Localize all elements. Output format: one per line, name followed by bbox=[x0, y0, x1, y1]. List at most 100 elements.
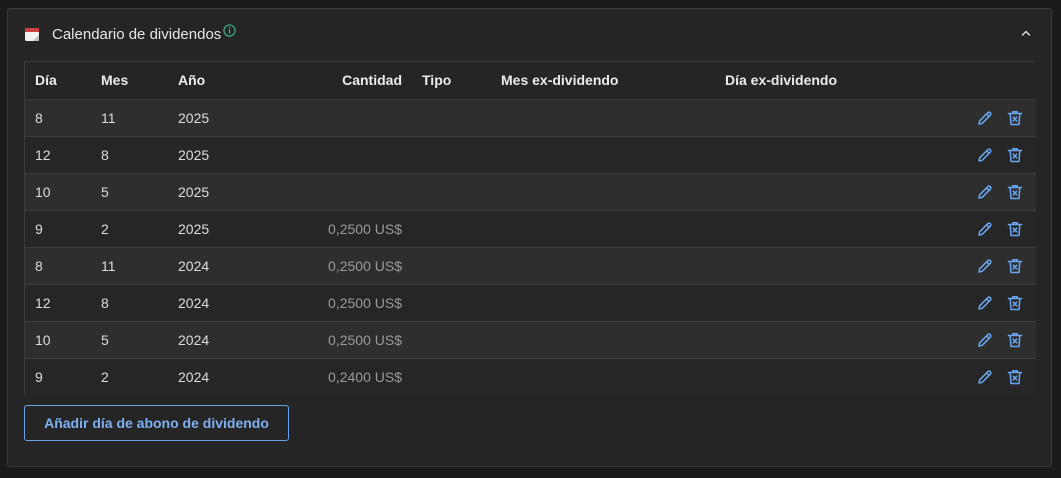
cell-mes-ex-dividendo bbox=[491, 247, 715, 285]
cell-mes: 5 bbox=[91, 173, 168, 211]
cell-cantidad bbox=[242, 173, 412, 211]
table-row: 10 5 2025 bbox=[25, 173, 1036, 211]
cell-ano: 2025 bbox=[168, 173, 242, 211]
column-header-tipo: Tipo bbox=[412, 62, 491, 100]
cell-tipo bbox=[412, 358, 491, 395]
dividend-calendar-panel: Calendario de dividendos Día Mes Año Can… bbox=[7, 8, 1052, 467]
cell-dia: 8 bbox=[25, 247, 91, 285]
cell-ano: 2024 bbox=[168, 247, 242, 285]
row-actions bbox=[945, 210, 1036, 248]
cell-mes-ex-dividendo bbox=[491, 321, 715, 359]
delete-icon[interactable] bbox=[1006, 183, 1024, 201]
cell-cantidad: 0,2500 US$ bbox=[242, 284, 412, 322]
cell-ano: 2024 bbox=[168, 284, 242, 322]
delete-icon[interactable] bbox=[1006, 257, 1024, 275]
cell-tipo bbox=[412, 173, 491, 211]
table-row: 8 11 2024 0,2500 US$ bbox=[25, 247, 1036, 285]
cell-dia-ex-dividendo bbox=[715, 321, 945, 359]
delete-icon[interactable] bbox=[1006, 368, 1024, 386]
cell-ano: 2024 bbox=[168, 321, 242, 359]
table-row: 9 2 2025 0,2500 US$ bbox=[25, 210, 1036, 248]
edit-icon[interactable] bbox=[976, 257, 994, 275]
row-actions bbox=[945, 358, 1036, 395]
cell-tipo bbox=[412, 321, 491, 359]
delete-icon[interactable] bbox=[1006, 294, 1024, 312]
cell-cantidad: 0,2400 US$ bbox=[242, 358, 412, 395]
cell-ano: 2025 bbox=[168, 210, 242, 248]
column-header-dia: Día bbox=[25, 62, 91, 100]
chevron-up-icon[interactable] bbox=[1019, 26, 1033, 40]
column-header-actions bbox=[945, 62, 1036, 100]
table-header-row: Día Mes Año Cantidad Tipo Mes ex-dividen… bbox=[25, 62, 1036, 100]
cell-cantidad bbox=[242, 99, 412, 137]
cell-mes-ex-dividendo bbox=[491, 99, 715, 137]
row-actions bbox=[945, 136, 1036, 174]
cell-dia: 8 bbox=[25, 99, 91, 137]
cell-dia: 10 bbox=[25, 173, 91, 211]
delete-icon[interactable] bbox=[1006, 220, 1024, 238]
cell-cantidad bbox=[242, 136, 412, 174]
add-dividend-day-button[interactable]: Añadir día de abono de dividendo bbox=[24, 405, 289, 441]
calendar-icon bbox=[25, 28, 39, 41]
cell-dia: 9 bbox=[25, 358, 91, 395]
cell-tipo bbox=[412, 247, 491, 285]
row-actions bbox=[945, 321, 1036, 359]
table-row: 8 11 2025 bbox=[25, 99, 1036, 137]
cell-mes-ex-dividendo bbox=[491, 358, 715, 395]
info-icon[interactable] bbox=[223, 23, 236, 37]
cell-mes: 8 bbox=[91, 284, 168, 322]
cell-tipo bbox=[412, 284, 491, 322]
cell-mes-ex-dividendo bbox=[491, 210, 715, 248]
table-row: 10 5 2024 0,2500 US$ bbox=[25, 321, 1036, 359]
edit-icon[interactable] bbox=[976, 183, 994, 201]
cell-dia-ex-dividendo bbox=[715, 99, 945, 137]
cell-mes-ex-dividendo bbox=[491, 136, 715, 174]
cell-mes-ex-dividendo bbox=[491, 284, 715, 322]
column-header-cantidad: Cantidad bbox=[242, 62, 412, 100]
cell-dia-ex-dividendo bbox=[715, 358, 945, 395]
dividend-table: Día Mes Año Cantidad Tipo Mes ex-dividen… bbox=[24, 61, 1036, 395]
edit-icon[interactable] bbox=[976, 220, 994, 238]
edit-icon[interactable] bbox=[976, 146, 994, 164]
column-header-dia-ex-dividendo: Día ex-dividendo bbox=[715, 62, 945, 100]
cell-tipo bbox=[412, 136, 491, 174]
column-header-ano: Año bbox=[168, 62, 242, 100]
cell-cantidad: 0,2500 US$ bbox=[242, 321, 412, 359]
column-header-mes: Mes bbox=[91, 62, 168, 100]
delete-icon[interactable] bbox=[1006, 109, 1024, 127]
row-actions bbox=[945, 173, 1036, 211]
edit-icon[interactable] bbox=[976, 109, 994, 127]
panel-title: Calendario de dividendos bbox=[52, 25, 222, 43]
cell-cantidad: 0,2500 US$ bbox=[242, 210, 412, 248]
edit-icon[interactable] bbox=[976, 331, 994, 349]
cell-ano: 2025 bbox=[168, 136, 242, 174]
cell-dia: 12 bbox=[25, 136, 91, 174]
cell-mes: 8 bbox=[91, 136, 168, 174]
row-actions bbox=[945, 284, 1036, 322]
cell-mes-ex-dividendo bbox=[491, 173, 715, 211]
table-row: 9 2 2024 0,2400 US$ bbox=[25, 358, 1036, 395]
edit-icon[interactable] bbox=[976, 368, 994, 386]
panel-header[interactable]: Calendario de dividendos bbox=[24, 23, 1035, 45]
row-actions bbox=[945, 99, 1036, 137]
delete-icon[interactable] bbox=[1006, 146, 1024, 164]
cell-tipo bbox=[412, 99, 491, 137]
cell-dia-ex-dividendo bbox=[715, 284, 945, 322]
cell-dia-ex-dividendo bbox=[715, 247, 945, 285]
table-row: 12 8 2025 bbox=[25, 136, 1036, 174]
cell-dia-ex-dividendo bbox=[715, 210, 945, 248]
cell-cantidad: 0,2500 US$ bbox=[242, 247, 412, 285]
table-row: 12 8 2024 0,2500 US$ bbox=[25, 284, 1036, 322]
delete-icon[interactable] bbox=[1006, 331, 1024, 349]
cell-dia: 9 bbox=[25, 210, 91, 248]
edit-icon[interactable] bbox=[976, 294, 994, 312]
cell-dia-ex-dividendo bbox=[715, 136, 945, 174]
cell-ano: 2025 bbox=[168, 99, 242, 137]
cell-tipo bbox=[412, 210, 491, 248]
row-actions bbox=[945, 247, 1036, 285]
cell-dia: 10 bbox=[25, 321, 91, 359]
cell-mes: 11 bbox=[91, 247, 168, 285]
cell-dia-ex-dividendo bbox=[715, 173, 945, 211]
cell-mes: 11 bbox=[91, 99, 168, 137]
cell-ano: 2024 bbox=[168, 358, 242, 395]
